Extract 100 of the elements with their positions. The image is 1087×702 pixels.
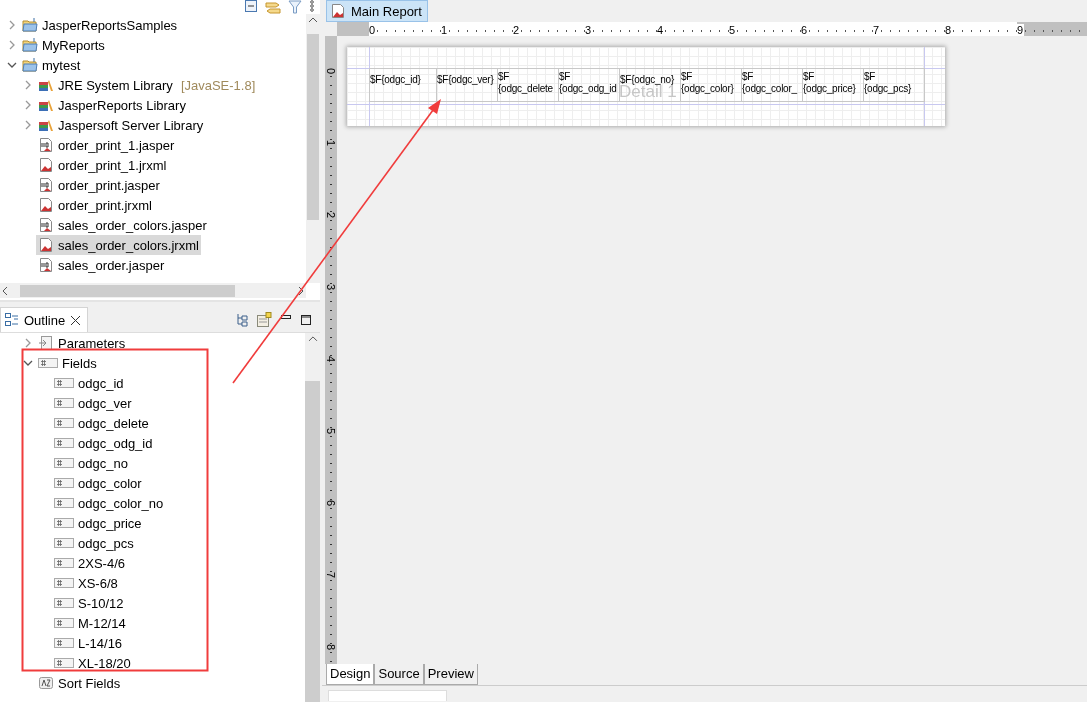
tab-title: Outline bbox=[24, 312, 66, 328]
library-version: [JavaSE-1.8] bbox=[180, 77, 256, 93]
ruler-number: 5 bbox=[729, 24, 737, 36]
ruler-number: 5 bbox=[325, 428, 337, 435]
ruler-number: 0 bbox=[325, 68, 337, 75]
parameters-icon bbox=[38, 335, 54, 351]
ruler-number: 4 bbox=[325, 356, 337, 363]
field-icon bbox=[54, 577, 74, 589]
tree-item[interactable]: odgc_no bbox=[52, 453, 130, 473]
field-icon bbox=[54, 497, 74, 509]
scrollbar-thumb[interactable] bbox=[20, 284, 235, 297]
field-icon bbox=[54, 437, 74, 449]
tree-item[interactable]: sales_order_colors.jrxml bbox=[36, 235, 201, 255]
tree-item[interactable]: JRE System Library [JavaSE-1.8] bbox=[36, 75, 258, 95]
text-field-element[interactable]: $F{odgc_id} bbox=[370, 74, 421, 86]
field-icon bbox=[54, 377, 74, 389]
report-file-icon bbox=[330, 3, 346, 19]
ruler-number: 8 bbox=[945, 24, 953, 36]
text-field-element[interactable]: $F {odgc_color} bbox=[681, 71, 734, 95]
outline-icon bbox=[5, 313, 19, 327]
tree-item[interactable]: sales_order.jasper bbox=[36, 255, 167, 275]
field-icon bbox=[54, 597, 74, 609]
maximize-icon[interactable] bbox=[300, 314, 312, 326]
ruler-number: 9 bbox=[1017, 24, 1025, 36]
folder-icon bbox=[22, 37, 38, 53]
field-icon bbox=[54, 517, 74, 529]
link-arrows-icon[interactable] bbox=[264, 0, 282, 14]
tree-view-icon[interactable] bbox=[236, 313, 248, 327]
ruler-number: 8 bbox=[325, 644, 337, 651]
outline-tab[interactable]: Outline bbox=[0, 307, 89, 332]
text-field-element[interactable]: $F {odgc_delete bbox=[498, 71, 553, 95]
editor-tab[interactable]: Design bbox=[326, 664, 375, 685]
ruler-number: 2 bbox=[513, 24, 521, 36]
scrollbar-thumb[interactable] bbox=[305, 380, 320, 702]
field-icon bbox=[54, 637, 74, 649]
tree-item[interactable]: L-14/16 bbox=[52, 633, 125, 653]
tree-item[interactable]: Jaspersoft Server Library bbox=[36, 115, 206, 135]
field-icon bbox=[54, 457, 74, 469]
tree-item[interactable]: odgc_delete bbox=[52, 413, 151, 433]
field-icon bbox=[54, 537, 74, 549]
tree-item[interactable]: sales_order_colors.jasper bbox=[36, 215, 209, 235]
tree-item[interactable]: S-10/12 bbox=[52, 593, 126, 613]
field-icon bbox=[54, 657, 74, 669]
scrollbar-thumb[interactable] bbox=[307, 34, 319, 220]
tree-item[interactable]: JasperReports Library bbox=[36, 95, 188, 115]
tree-item[interactable]: Parameters bbox=[36, 333, 128, 353]
folder-icon bbox=[22, 57, 38, 73]
ruler-number: 3 bbox=[585, 24, 593, 36]
close-icon[interactable] bbox=[70, 314, 82, 326]
tree-item[interactable]: odgc_id bbox=[52, 373, 126, 393]
field-icon bbox=[54, 397, 74, 409]
tree-item[interactable]: mytest bbox=[20, 55, 83, 75]
tree-item[interactable]: MyReports bbox=[20, 35, 107, 55]
tree-item[interactable]: Fields bbox=[36, 353, 99, 373]
editor-tab[interactable]: Preview bbox=[423, 664, 478, 685]
tree-item[interactable]: Sort Fields bbox=[36, 673, 123, 693]
text-field-element[interactable]: $F{odgc_no} bbox=[620, 74, 674, 86]
tree-item[interactable]: odgc_color bbox=[52, 473, 144, 493]
tree-item[interactable]: JasperReportsSamples bbox=[20, 15, 180, 35]
tree-item[interactable]: M-12/14 bbox=[52, 613, 128, 633]
field-icon bbox=[38, 357, 58, 369]
scroll-left-icon[interactable] bbox=[0, 284, 10, 297]
tree-item[interactable]: XS-6/8 bbox=[52, 573, 120, 593]
field-icon bbox=[54, 557, 74, 569]
ruler-number: 7 bbox=[873, 24, 881, 36]
text-field-element[interactable]: $F {odgc_odg_id bbox=[559, 71, 617, 95]
ruler-number: 7 bbox=[325, 572, 337, 579]
tree-item[interactable]: odgc_odg_id bbox=[52, 433, 155, 453]
ruler-number: 2 bbox=[325, 212, 337, 219]
field-icon bbox=[54, 477, 74, 489]
ruler-number: 1 bbox=[325, 140, 337, 147]
tree-item[interactable]: odgc_pcs bbox=[52, 533, 136, 553]
tree-item[interactable]: 2XS-4/6 bbox=[52, 553, 127, 573]
field-icon bbox=[54, 417, 74, 429]
field-icon bbox=[54, 617, 74, 629]
text-field-element[interactable]: $F {odgc_pcs} bbox=[864, 71, 911, 95]
tree-item[interactable]: order_print_1.jrxml bbox=[36, 155, 169, 175]
ruler-number: 6 bbox=[325, 500, 337, 507]
ruler-number: 1 bbox=[441, 24, 449, 36]
text-field-element[interactable]: $F {odgc_color_ bbox=[742, 71, 797, 95]
view-menu-icon[interactable] bbox=[308, 0, 316, 14]
tree-item[interactable]: odgc_ver bbox=[52, 393, 134, 413]
scroll-right-icon[interactable] bbox=[296, 284, 306, 297]
tree-item[interactable]: odgc_color_no bbox=[52, 493, 166, 513]
editor-tab[interactable]: Source bbox=[374, 664, 424, 685]
ruler-number: 0 bbox=[369, 24, 377, 36]
filter-icon[interactable] bbox=[288, 0, 302, 14]
collapse-all-icon[interactable] bbox=[244, 0, 258, 14]
ruler-number: 4 bbox=[657, 24, 665, 36]
report-file-icon bbox=[38, 157, 54, 173]
tree-item[interactable]: odgc_price bbox=[52, 513, 144, 533]
editor-tab[interactable]: Main Report bbox=[326, 0, 428, 22]
tree-item[interactable]: order_print.jrxml bbox=[36, 195, 154, 215]
text-field-element[interactable]: $F{odgc_ver} bbox=[437, 74, 494, 86]
text-field-element[interactable]: $F {odgc_price} bbox=[803, 71, 856, 95]
tree-item[interactable]: order_print.jasper bbox=[36, 175, 162, 195]
tree-item[interactable]: order_print_1.jasper bbox=[36, 135, 177, 155]
table-icon[interactable] bbox=[256, 312, 272, 328]
sort-icon bbox=[38, 675, 54, 691]
tree-item[interactable]: XL-18/20 bbox=[52, 653, 133, 673]
